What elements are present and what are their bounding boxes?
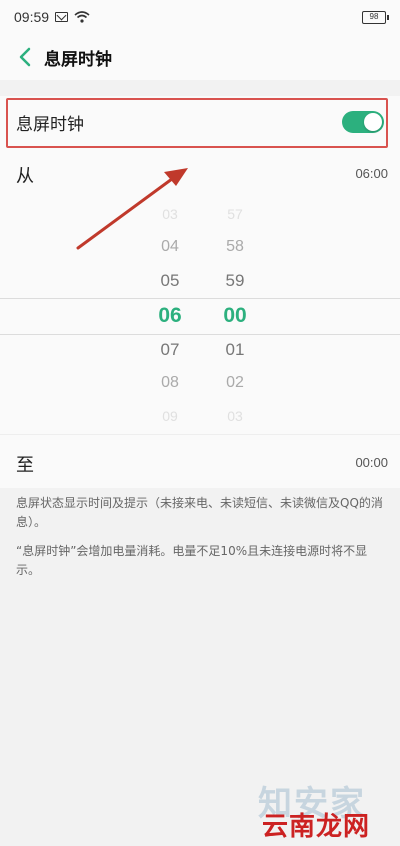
app-bar: 息屏时钟 <box>0 34 400 80</box>
status-bar: 09:59 98 <box>0 0 400 34</box>
minute-option[interactable]: 01 <box>205 340 265 360</box>
to-label: 至 <box>16 455 34 476</box>
hour-selected[interactable]: 06 <box>140 304 200 328</box>
minute-selected[interactable]: 00 <box>205 304 265 328</box>
switch-knob <box>364 113 382 131</box>
aod-clock-switch[interactable] <box>342 111 384 133</box>
from-label: 从 <box>16 166 34 187</box>
hour-option[interactable]: 07 <box>140 340 200 360</box>
description-text-1: 息屏状态显示时间及提示（未接来电、未读短信、未读微信及QQ的消息）。 <box>16 496 383 529</box>
chevron-left-icon <box>19 47 31 67</box>
hour-option[interactable]: 08 <box>140 374 200 392</box>
from-value: 06:00 <box>355 166 388 181</box>
status-icons <box>55 11 90 23</box>
hour-option[interactable]: 04 <box>140 238 200 256</box>
back-button[interactable] <box>10 42 40 72</box>
time-picker-section: 从 06:00 03 04 05 06 07 08 09 57 58 59 00… <box>0 150 400 434</box>
hour-option[interactable]: 09 <box>140 408 200 424</box>
to-row[interactable]: 至 00:00 <box>0 434 400 488</box>
message-icon <box>55 12 69 22</box>
minute-option[interactable]: 03 <box>205 408 265 424</box>
minute-option[interactable]: 59 <box>205 271 265 291</box>
minute-option[interactable]: 58 <box>205 238 265 256</box>
status-time: 09:59 <box>14 9 50 25</box>
hour-option[interactable]: 05 <box>140 271 200 291</box>
to-value: 00:00 <box>355 455 388 470</box>
toggle-label: 息屏时钟 <box>16 115 84 135</box>
description-text-2: “息屏时钟”会增加电量消耗。电量不足10%且未连接电源时将不显示。 <box>16 544 368 577</box>
minute-option[interactable]: 57 <box>205 206 265 222</box>
page-title: 息屏时钟 <box>44 49 112 70</box>
wifi-icon <box>74 11 90 23</box>
minute-option[interactable]: 02 <box>205 374 265 392</box>
watermark-text: 知安家 <box>258 784 366 824</box>
picker-divider-bottom <box>0 334 400 335</box>
hour-option[interactable]: 03 <box>140 206 200 222</box>
watermark-brand: 云南龙网 <box>262 812 371 842</box>
picker-divider-top <box>0 298 400 299</box>
battery-icon: 98 <box>362 10 389 24</box>
